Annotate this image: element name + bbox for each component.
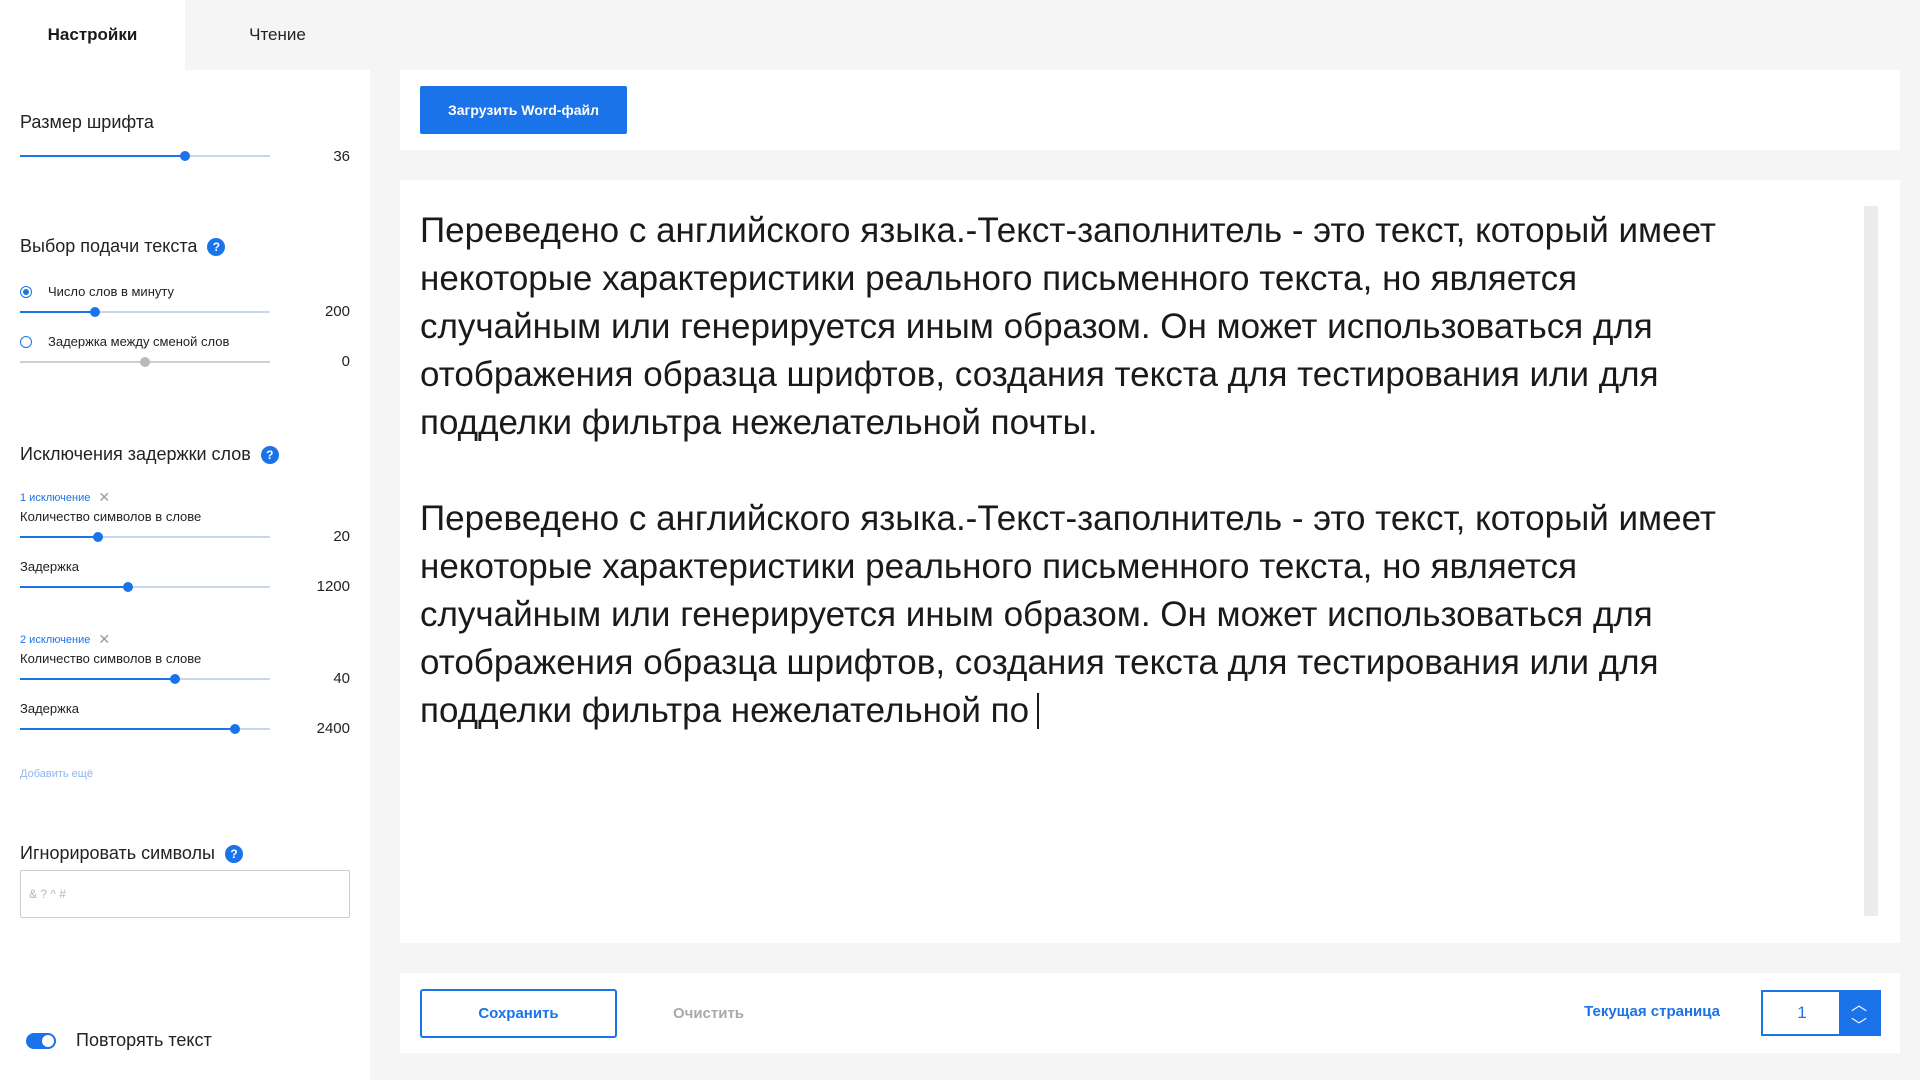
current-page-label: Текущая страница xyxy=(1584,1003,1720,1020)
clear-button[interactable]: Очистить xyxy=(650,989,767,1038)
current-page-value[interactable]: 1 xyxy=(1763,992,1841,1034)
delivery-help-icon[interactable]: ? xyxy=(207,237,226,256)
tab-reading[interactable]: Чтение xyxy=(185,0,370,70)
exception-1-chars-slider[interactable] xyxy=(20,530,270,544)
ignore-symbols-input[interactable] xyxy=(20,870,350,918)
ignore-title: Игнорировать символы ? xyxy=(20,843,243,864)
font-size-slider[interactable] xyxy=(20,149,270,163)
exception-1-delay-knob[interactable] xyxy=(122,582,133,592)
words-per-minute-slider[interactable] xyxy=(20,305,270,319)
word-delay-knob[interactable] xyxy=(140,357,150,367)
settings-sidebar: Размер шрифта 36 Выбор подачи текста ? Ч… xyxy=(0,70,370,1080)
exception-2-delay-knob[interactable] xyxy=(230,724,240,734)
font-size-title: Размер шрифта xyxy=(20,112,154,132)
exception-2-delay-label: Задержка xyxy=(20,701,80,716)
exception-2-chars-value: 40 xyxy=(333,670,350,687)
add-exception-link[interactable]: Добавить ещё xyxy=(20,768,93,780)
exception-2-chars-label: Количество символов в слове xyxy=(20,651,202,666)
tab-bar: Настройки Чтение xyxy=(0,0,372,70)
exception-2-chars-knob[interactable] xyxy=(170,674,180,684)
radio-unselected-icon[interactable] xyxy=(20,335,32,348)
text-scrollbar[interactable] xyxy=(1864,206,1878,916)
close-icon[interactable]: ✕ xyxy=(98,489,110,506)
tab-settings[interactable]: Настройки xyxy=(0,0,185,70)
exception-2-chars-slider[interactable] xyxy=(20,672,270,686)
font-size-value: 36 xyxy=(333,148,350,165)
chevron-down-icon[interactable]: ﹀ xyxy=(1839,1013,1879,1035)
exception-1-chars-knob[interactable] xyxy=(92,532,103,542)
close-icon[interactable]: ✕ xyxy=(98,631,110,648)
exception-1-delay-value: 1200 xyxy=(316,578,350,595)
radio-selected-icon[interactable] xyxy=(20,285,32,298)
exception-1-delay-label: Задержка xyxy=(20,559,80,574)
repeat-toggle[interactable] xyxy=(26,1033,56,1049)
exception-2-label: 2 исключение ✕ xyxy=(20,631,111,648)
save-button[interactable]: Сохранить xyxy=(420,989,617,1038)
repeat-label: Повторять текст xyxy=(76,1030,212,1050)
exception-1-delay-slider[interactable] xyxy=(20,580,270,594)
ignore-help-icon[interactable]: ? xyxy=(225,844,243,863)
document-text-area[interactable]: Переведено с английского языка.-Текст-за… xyxy=(420,207,1820,767)
radio-word-delay[interactable]: Задержка между сменой слов xyxy=(20,334,229,349)
exception-2-delay-value: 2400 xyxy=(316,720,350,737)
exceptions-help-icon[interactable]: ? xyxy=(260,445,279,464)
exception-1-chars-label: Количество символов в слове xyxy=(20,509,202,524)
chevron-up-icon[interactable]: ︿ xyxy=(1839,992,1879,1014)
stepper-arrows: ︿ ﹀ xyxy=(1839,992,1879,1035)
exception-1-label: 1 исключение ✕ xyxy=(20,489,111,506)
font-size-slider-knob[interactable] xyxy=(180,151,190,161)
exception-1-chars-value: 20 xyxy=(333,528,350,545)
document-text: Переведено с английского языка.-Текст-за… xyxy=(420,211,1716,730)
words-per-minute-value: 200 xyxy=(324,303,350,320)
upload-word-button[interactable]: Загрузить Word-файл xyxy=(420,86,627,134)
delivery-title: Выбор подачи текста ? xyxy=(20,236,226,257)
exceptions-title: Исключения задержки слов ? xyxy=(20,444,279,465)
word-delay-slider[interactable] xyxy=(20,355,270,369)
page-stepper[interactable]: 1 ︿ ﹀ xyxy=(1761,990,1881,1036)
exception-2-delay-slider[interactable] xyxy=(20,722,270,736)
radio-words-per-minute[interactable]: Число слов в минуту xyxy=(20,284,174,299)
word-delay-value: 0 xyxy=(341,353,350,370)
words-per-minute-knob[interactable] xyxy=(90,307,100,317)
text-caret xyxy=(1037,693,1040,729)
